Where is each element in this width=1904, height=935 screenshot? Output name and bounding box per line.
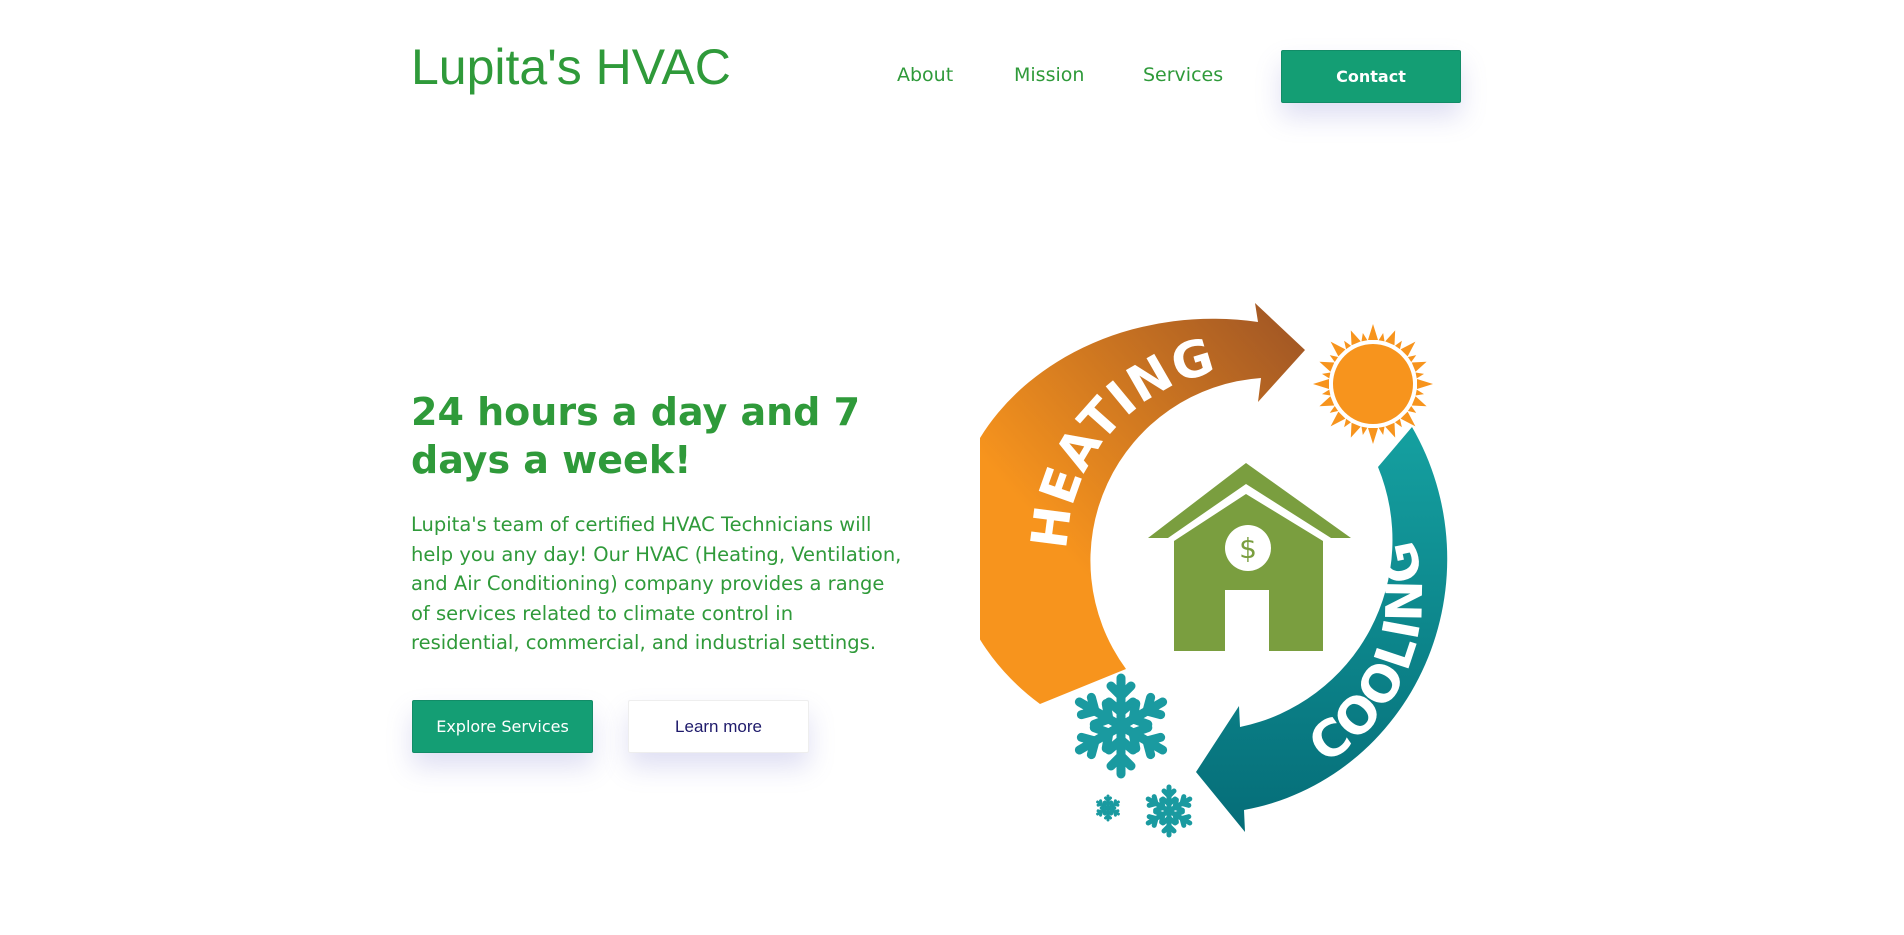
hero-title: 24 hours a day and 7 days a week! [411, 390, 861, 482]
nav-about-link[interactable]: About [897, 60, 953, 90]
snowflake-icon [1148, 787, 1190, 835]
brand-logo[interactable]: Lupita's HVAC [411, 36, 731, 98]
contact-button[interactable]: Contact [1281, 50, 1461, 103]
snowflake-icon [1079, 678, 1162, 774]
sun-icon [1313, 324, 1433, 444]
hvac-cycle-graphic: HEATING COOLING $ [980, 303, 1448, 850]
dollar-sign: $ [1239, 532, 1257, 565]
hero-description: Lupita's team of certified HVAC Technici… [411, 513, 902, 654]
nav-services-link[interactable]: Services [1143, 60, 1223, 90]
nav-mission-link[interactable]: Mission [1014, 60, 1084, 90]
learn-more-button[interactable]: Learn more [628, 700, 809, 753]
snowflake-icon [1098, 796, 1119, 820]
house-icon: $ [1148, 463, 1351, 651]
explore-services-button[interactable]: Explore Services [412, 700, 593, 753]
hvac-illustration: HEATING COOLING $ [980, 290, 1500, 850]
